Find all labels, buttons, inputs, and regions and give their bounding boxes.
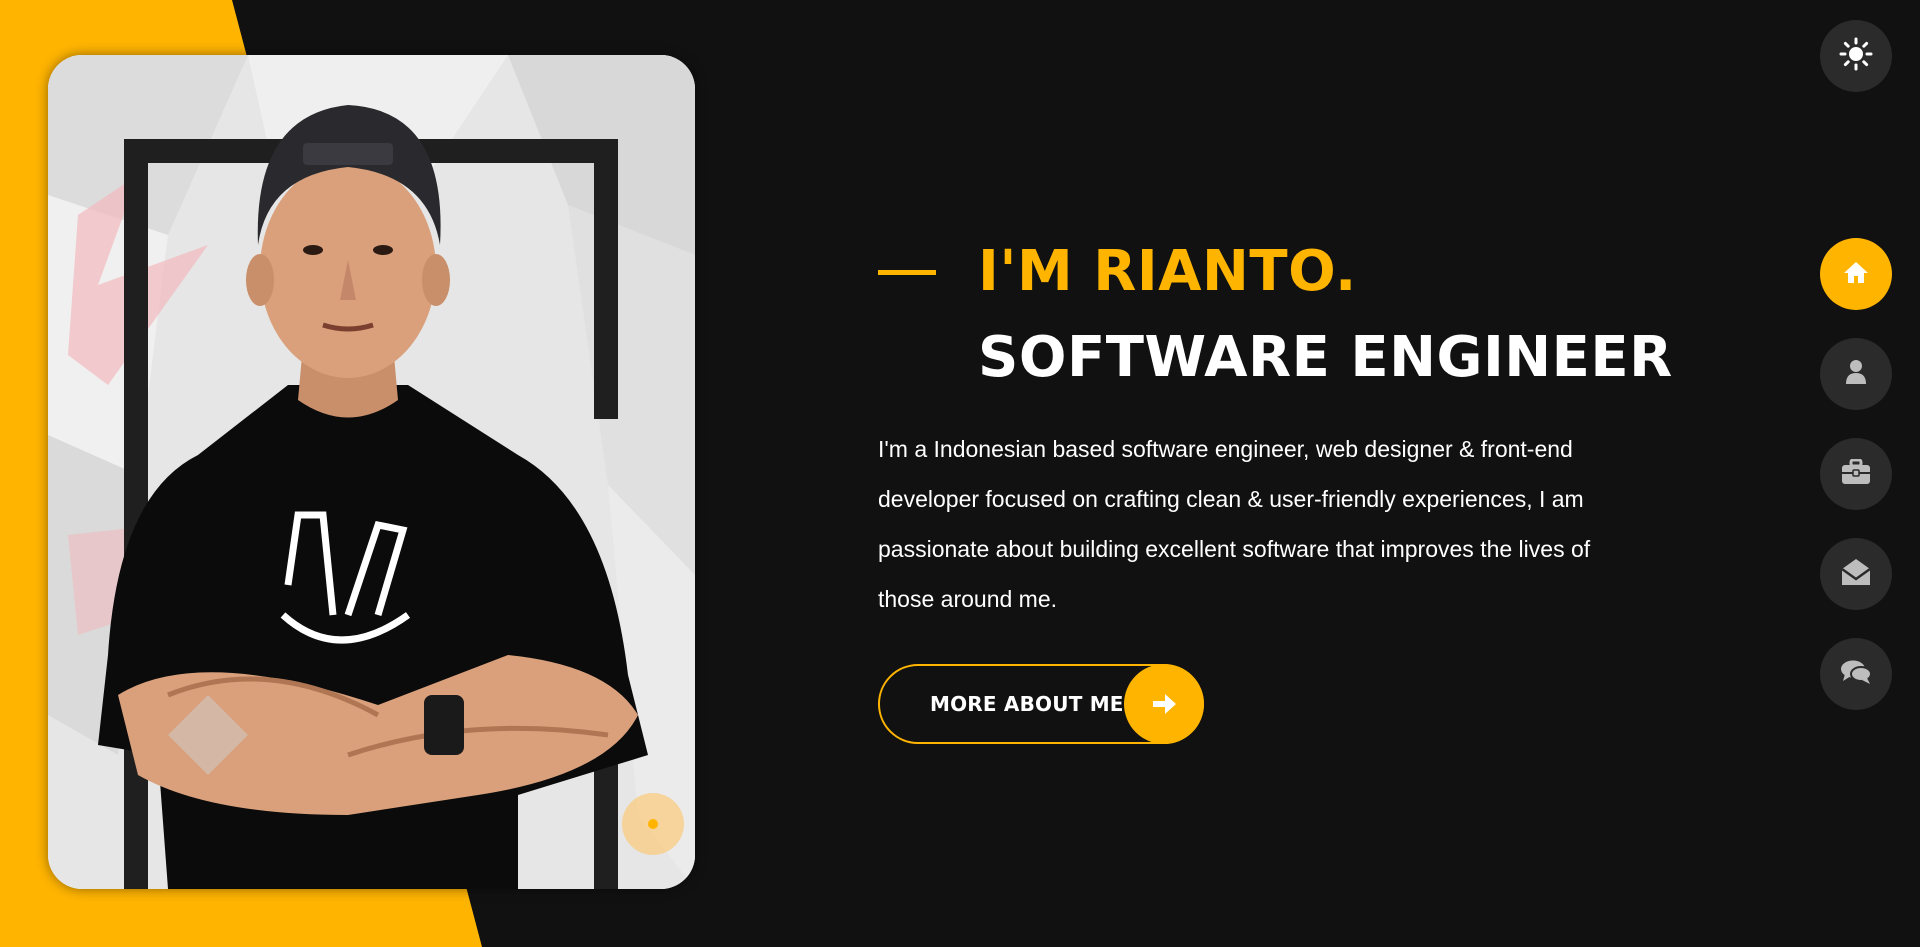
more-about-me-button[interactable]: MORE ABOUT ME — [878, 664, 1204, 744]
briefcase-icon — [1841, 458, 1871, 489]
sun-icon — [1839, 37, 1873, 75]
nav-item-contact[interactable] — [1820, 538, 1892, 610]
theme-toggle-button[interactable] — [1820, 20, 1892, 92]
home-icon — [1843, 260, 1869, 288]
nav-item-about[interactable] — [1820, 338, 1892, 410]
title-accent-line — [878, 270, 936, 275]
intro-section: I'M RIANTO. SOFTWARE ENGINEER I'm a Indo… — [878, 230, 1673, 624]
envelope-open-icon — [1841, 558, 1871, 590]
profile-illustration — [48, 55, 695, 889]
photo-decor-dot — [622, 793, 684, 855]
hero-name: I'M RIANTO. — [978, 239, 1357, 304]
profile-photo — [48, 55, 695, 889]
hero-bio: I'm a Indonesian based software engineer… — [878, 436, 1591, 612]
hero-role: SOFTWARE ENGINEER — [978, 325, 1673, 390]
comments-icon — [1840, 659, 1872, 689]
nav-item-portfolio[interactable] — [1820, 438, 1892, 510]
nav-item-blog[interactable] — [1820, 638, 1892, 710]
user-icon — [1845, 359, 1867, 389]
side-navigation — [1820, 238, 1892, 738]
arrow-right-icon — [1124, 664, 1204, 744]
nav-item-home[interactable] — [1820, 238, 1892, 310]
more-about-me-label: MORE ABOUT ME — [930, 692, 1124, 716]
